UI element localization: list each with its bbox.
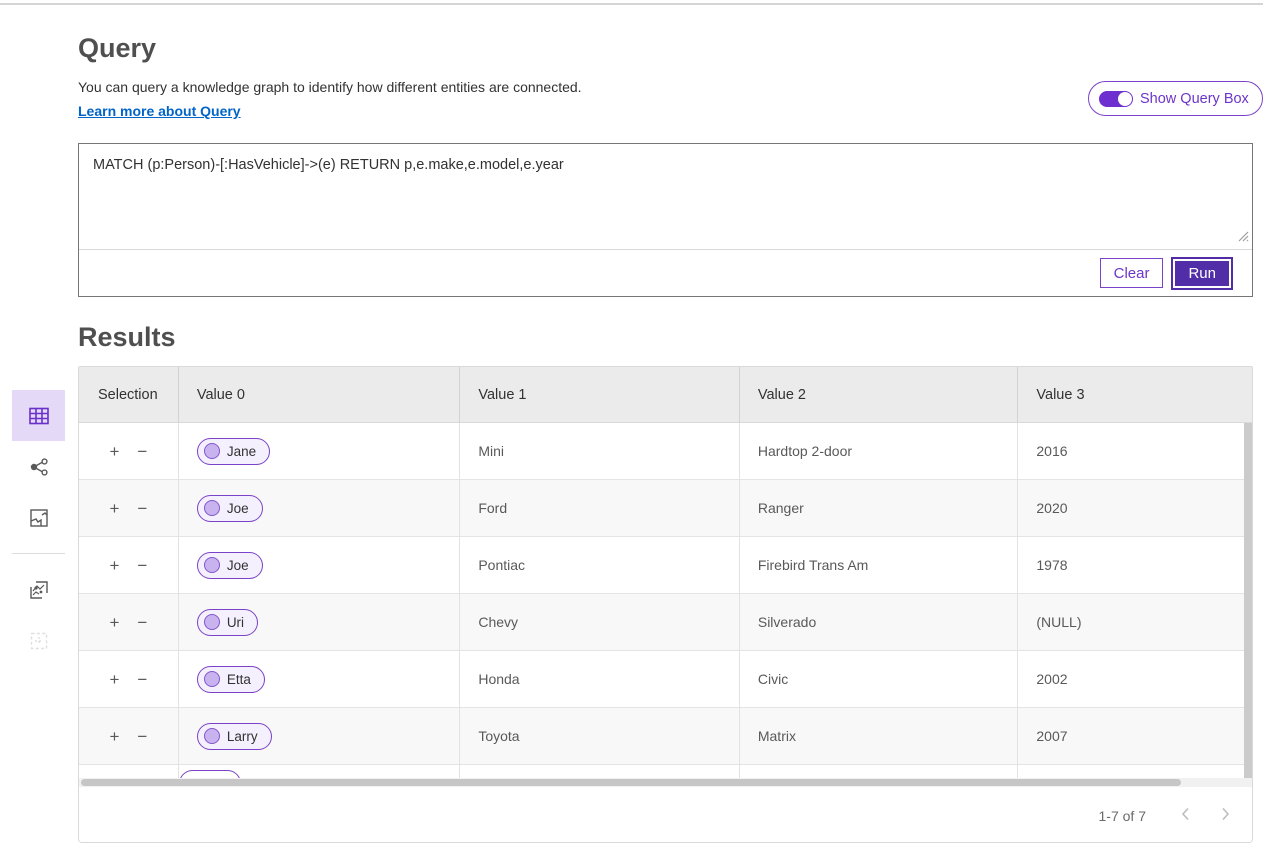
results-table: Selection Value 0 Value 1 Value 2 Value … — [78, 366, 1253, 843]
clear-button[interactable]: Clear — [1100, 258, 1164, 288]
entity-icon — [204, 443, 220, 459]
sidebar-divider — [12, 553, 65, 554]
cell-value2: Matrix — [740, 708, 1019, 764]
cell-value1: Honda — [460, 651, 740, 707]
cell-value1: Mini — [460, 423, 740, 479]
entity-icon — [204, 614, 220, 630]
toggle-label: Show Query Box — [1140, 91, 1249, 107]
selection-disabled-icon — [28, 630, 50, 652]
entity-icon — [204, 671, 220, 687]
chevron-left-icon — [1181, 807, 1190, 824]
chevron-right-icon — [1221, 807, 1230, 824]
page-title: Query — [78, 33, 156, 64]
column-header-value0: Value 0 — [179, 367, 461, 422]
query-panel: MATCH (p:Person)-[:HasVehicle]->(e) RETU… — [78, 143, 1253, 297]
entity-chip[interactable]: Joe — [197, 552, 263, 579]
table-row: + − Joe Pontiac Firebird Trans Am 1978 — [79, 537, 1252, 594]
add-to-selection-button[interactable]: + — [107, 555, 121, 576]
horizontal-scrollbar[interactable] — [79, 778, 1252, 787]
entity-icon — [204, 728, 220, 744]
cell-value2: Civic — [740, 651, 1019, 707]
remove-from-selection-button[interactable]: − — [135, 498, 149, 519]
table-row-partial — [79, 765, 1252, 778]
page-description: You can query a knowledge graph to ident… — [78, 79, 582, 95]
add-to-selection-button[interactable]: + — [107, 669, 121, 690]
remove-from-selection-button[interactable]: − — [135, 555, 149, 576]
entity-chip[interactable] — [179, 770, 241, 778]
entity-icon — [204, 557, 220, 573]
cell-value1: Chevy — [460, 594, 740, 650]
query-text: MATCH (p:Person)-[:HasVehicle]->(e) RETU… — [93, 157, 564, 173]
add-to-selection-button[interactable]: + — [107, 498, 121, 519]
learn-more-link[interactable]: Learn more about Query — [78, 103, 241, 119]
query-actions-bar: Clear Run — [79, 250, 1252, 296]
sidebar-item-table-view[interactable] — [12, 390, 65, 441]
cell-value3: 2020 — [1018, 480, 1252, 536]
entity-chip[interactable]: Joe — [197, 495, 263, 522]
sidebar-item-map[interactable] — [12, 492, 65, 543]
next-page-button[interactable] — [1212, 803, 1238, 829]
resize-handle-icon[interactable] — [1236, 229, 1249, 246]
column-header-value2: Value 2 — [740, 367, 1019, 422]
remove-from-selection-button[interactable]: − — [135, 612, 149, 633]
link-chart-icon — [28, 456, 50, 478]
entity-chip[interactable]: Larry — [197, 723, 272, 750]
query-input[interactable]: MATCH (p:Person)-[:HasVehicle]->(e) RETU… — [79, 144, 1252, 250]
cell-value1: Pontiac — [460, 537, 740, 593]
cell-value2: Silverado — [740, 594, 1019, 650]
cell-value2: Ranger — [740, 480, 1019, 536]
cell-value3: 1978 — [1018, 537, 1252, 593]
remove-from-selection-button[interactable]: − — [135, 726, 149, 747]
cell-value1: Toyota — [460, 708, 740, 764]
cell-value3: (NULL) — [1018, 594, 1252, 650]
show-query-box-toggle[interactable]: Show Query Box — [1088, 81, 1263, 116]
table-row: + − Larry Toyota Matrix 2007 — [79, 708, 1252, 765]
cell-value2: Hardtop 2-door — [740, 423, 1019, 479]
add-to-selection-button[interactable]: + — [107, 612, 121, 633]
add-to-selection-button[interactable]: + — [107, 726, 121, 747]
remove-from-selection-button[interactable]: − — [135, 441, 149, 462]
table-row: + − Joe Ford Ranger 2020 — [79, 480, 1252, 537]
entity-chip[interactable]: Uri — [197, 609, 258, 636]
remove-from-selection-button[interactable]: − — [135, 669, 149, 690]
sidebar-item-link-chart[interactable] — [12, 441, 65, 492]
table-view-icon — [28, 405, 50, 427]
table-footer: 1-7 of 7 — [79, 787, 1252, 843]
column-header-value3: Value 3 — [1018, 367, 1252, 422]
toggle-switch-icon[interactable] — [1099, 91, 1133, 107]
results-title: Results — [78, 322, 176, 353]
cell-value3: 2002 — [1018, 651, 1252, 707]
table-row: + − Jane Mini Hardtop 2-door 2016 — [79, 423, 1252, 480]
entity-chip[interactable]: Etta — [197, 666, 265, 693]
run-button[interactable]: Run — [1173, 259, 1231, 288]
cell-value3: 2007 — [1018, 708, 1252, 764]
sidebar-item-selection-disabled — [12, 615, 65, 666]
add-to-map-icon — [28, 579, 50, 601]
previous-page-button[interactable] — [1172, 803, 1198, 829]
vertical-scrollbar-thumb[interactable] — [1244, 423, 1252, 778]
entity-icon — [204, 500, 220, 516]
entity-chip[interactable]: Jane — [197, 438, 270, 465]
map-icon — [28, 507, 50, 529]
sidebar-item-add-to-map[interactable] — [12, 564, 65, 615]
table-row: + − Etta Honda Civic 2002 — [79, 651, 1252, 708]
horizontal-scrollbar-thumb[interactable] — [81, 779, 1181, 786]
table-row: + − Uri Chevy Silverado (NULL) — [79, 594, 1252, 651]
cell-value3: 2016 — [1018, 423, 1252, 479]
top-divider — [0, 3, 1263, 5]
add-to-selection-button[interactable]: + — [107, 441, 121, 462]
view-sidebar — [12, 390, 65, 666]
column-header-value1: Value 1 — [460, 367, 740, 422]
cell-value2: Firebird Trans Am — [740, 537, 1019, 593]
cell-value1: Ford — [460, 480, 740, 536]
pagination-range: 1-7 of 7 — [1099, 808, 1146, 824]
table-header-row: Selection Value 0 Value 1 Value 2 Value … — [79, 367, 1252, 423]
column-header-selection: Selection — [79, 367, 179, 422]
